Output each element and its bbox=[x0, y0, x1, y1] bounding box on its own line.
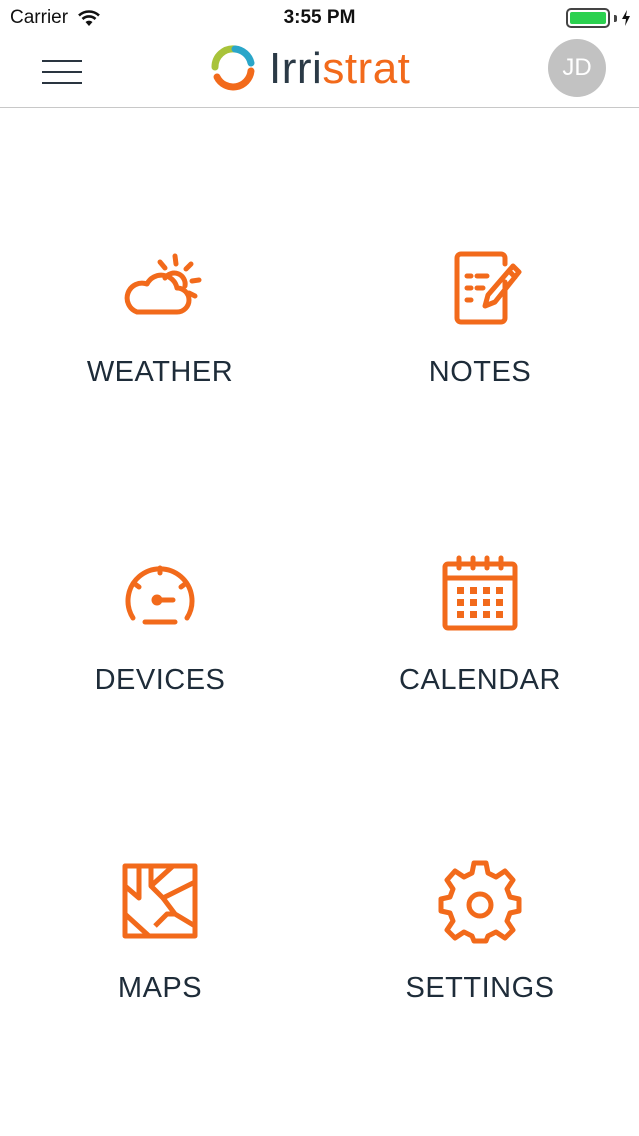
avatar[interactable]: JD bbox=[548, 39, 606, 97]
tile-notes[interactable]: NOTES bbox=[320, 110, 639, 418]
gear-icon bbox=[438, 860, 522, 944]
weather-icon bbox=[124, 253, 202, 315]
tile-devices[interactable]: DEVICES bbox=[0, 418, 320, 726]
logo-text-part2: strat bbox=[322, 44, 411, 93]
app-header: Irristrat JD bbox=[0, 38, 639, 108]
battery-fill bbox=[570, 12, 606, 24]
tile-calendar[interactable]: CALENDAR bbox=[320, 418, 639, 726]
battery-icon bbox=[566, 8, 610, 28]
gauge-icon bbox=[125, 565, 195, 625]
map-icon bbox=[122, 863, 198, 939]
logo-mark-icon bbox=[211, 45, 255, 91]
tile-settings[interactable]: SETTINGS bbox=[320, 726, 639, 1034]
calendar-icon bbox=[442, 555, 518, 631]
status-time: 3:55 PM bbox=[283, 7, 356, 28]
hamburger-menu-icon[interactable] bbox=[40, 54, 84, 90]
notes-icon bbox=[454, 251, 522, 325]
tile-maps[interactable]: MAPS bbox=[0, 726, 320, 1034]
status-bar: Carrier 3:55 PM bbox=[0, 0, 639, 38]
battery-tip bbox=[614, 14, 617, 22]
tile-label-maps: MAPS bbox=[117, 972, 203, 1004]
battery-indicator bbox=[566, 8, 631, 28]
logo-text-part1: Irri bbox=[269, 44, 323, 93]
tile-weather[interactable]: WEATHER bbox=[0, 110, 320, 418]
irristrat-logo: Irristrat bbox=[205, 41, 410, 97]
charging-bolt-icon bbox=[622, 10, 630, 26]
tile-label-settings: SETTINGS bbox=[405, 972, 555, 1004]
logo-text: Irristrat bbox=[269, 47, 410, 91]
tile-label-notes: NOTES bbox=[428, 356, 532, 388]
tile-label-weather: WEATHER bbox=[86, 356, 234, 388]
tile-label-calendar: CALENDAR bbox=[399, 664, 561, 696]
tile-label-devices: DEVICES bbox=[94, 664, 226, 696]
